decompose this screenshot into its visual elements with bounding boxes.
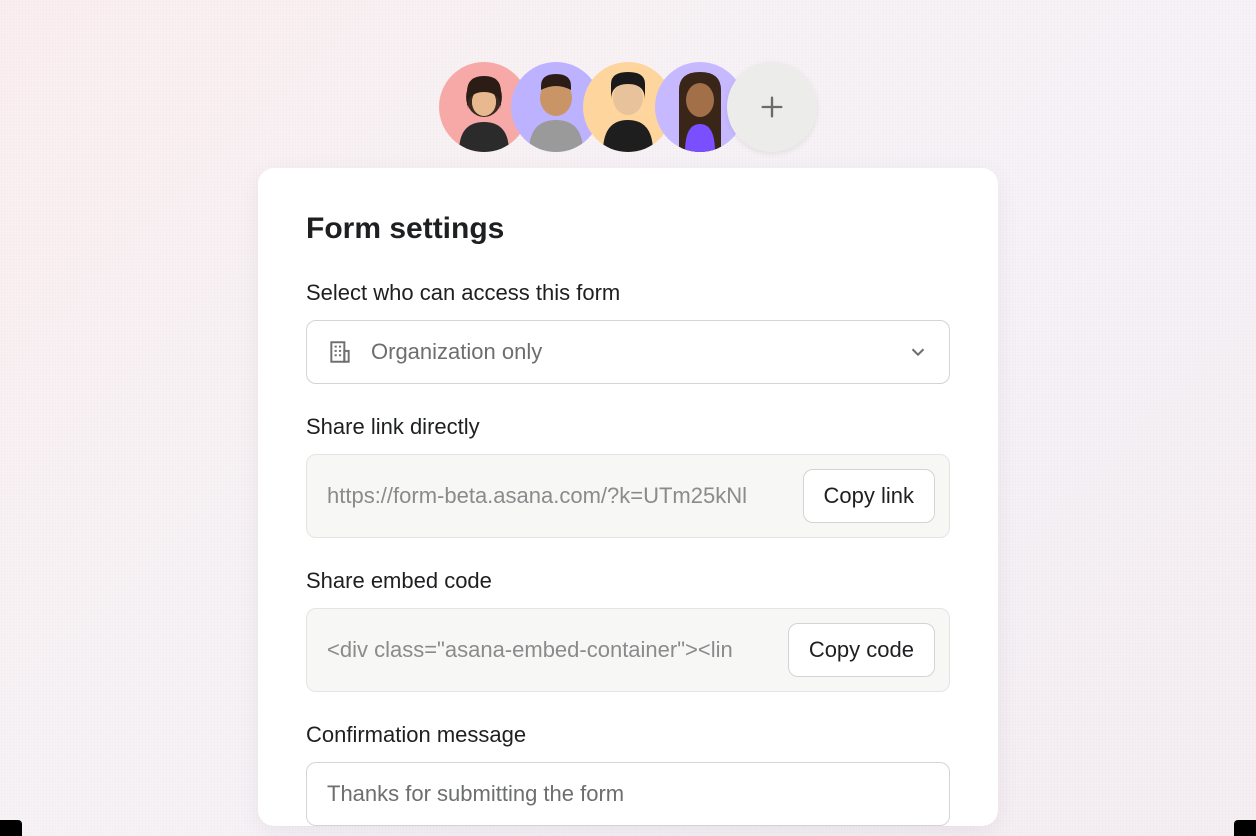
access-label: Select who can access this form — [306, 280, 950, 306]
share-link-section: Share link directly https://form-beta.as… — [306, 414, 950, 538]
decorative-corner — [0, 820, 22, 836]
copy-code-button[interactable]: Copy code — [788, 623, 935, 677]
share-link-value: https://form-beta.asana.com/?k=UTm25kNl — [327, 483, 789, 509]
chevron-down-icon — [907, 341, 929, 363]
confirmation-input[interactable] — [306, 762, 950, 826]
access-select[interactable]: Organization only — [306, 320, 950, 384]
share-link-label: Share link directly — [306, 414, 950, 440]
avatar-row — [439, 62, 817, 152]
confirmation-label: Confirmation message — [306, 722, 950, 748]
embed-code-section: Share embed code <div class="asana-embed… — [306, 568, 950, 692]
access-section: Select who can access this form Organiza… — [306, 280, 950, 384]
decorative-corner — [1234, 820, 1256, 836]
form-settings-card: Form settings Select who can access this… — [258, 168, 998, 826]
add-member-button[interactable] — [727, 62, 817, 152]
confirmation-section: Confirmation message — [306, 722, 950, 826]
plus-icon — [758, 93, 786, 121]
copy-link-button[interactable]: Copy link — [803, 469, 935, 523]
building-icon — [327, 339, 353, 365]
share-link-box: https://form-beta.asana.com/?k=UTm25kNl … — [306, 454, 950, 538]
embed-code-label: Share embed code — [306, 568, 950, 594]
embed-code-box: <div class="asana-embed-container"><lin … — [306, 608, 950, 692]
access-value: Organization only — [371, 339, 907, 365]
page-title: Form settings — [306, 212, 950, 246]
embed-code-value: <div class="asana-embed-container"><lin — [327, 637, 774, 663]
